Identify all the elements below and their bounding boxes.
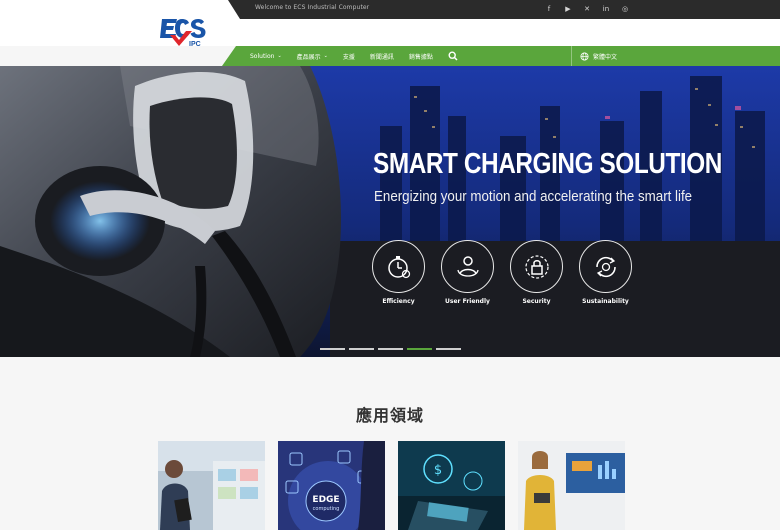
slider-dot[interactable] [320,348,345,350]
recycle-icon [595,256,616,277]
globe-icon [580,51,589,61]
nav-divider [571,46,572,66]
welcome-text: Welcome to ECS Industrial Computer [255,4,370,11]
edge-computing-card[interactable]: EDGE computing [278,441,385,530]
feature-ring [372,240,425,293]
feature-ring [510,240,563,293]
feature-security: Security [510,240,563,305]
edge-computing-image: EDGE computing [278,441,385,530]
nav-item-label: Solution [250,52,275,60]
ecs-ipc-logo[interactable]: IPC [158,15,208,49]
language-selector[interactable]: 繁體中文 [580,46,617,66]
language-label: 繁體中文 [593,53,618,61]
hero-banner[interactable]: SMART CHARGING SOLUTION Energizing your … [0,66,780,357]
social-links: f ▶ ✕ in ◎ [544,3,630,15]
chevron-down-icon: ⌄ [323,53,328,59]
slider-dot-active[interactable] [407,348,432,350]
nav-item-label: 產品展示 [296,53,321,61]
signage-image [518,441,625,530]
nav-item-products[interactable]: 產品展示 ⌄ [297,52,328,61]
slider-pagination [320,348,461,350]
application-cards: EDGE computing $ [158,441,625,530]
linkedin-icon[interactable]: in [601,3,611,15]
feature-label: User Friendly [445,298,490,305]
nav-item-solution[interactable]: Solution ⌄ [250,53,282,60]
nav-item-label: 新聞通訊 [369,53,394,61]
main-nav: Solution ⌄ 產品展示 ⌄ 支援 新聞通訊 銷售據點 [250,46,458,66]
hero-subtitle: Energizing your motion and accelerating … [374,189,693,205]
feature-label: Sustainability [582,298,629,305]
nav-item-sales-locations[interactable]: 銷售據點 [409,52,433,61]
nav-item-label: 銷售據點 [408,53,433,61]
signage-card[interactable] [518,441,625,530]
slider-dot[interactable] [349,348,374,350]
user-friendly-icon [456,255,479,277]
edge-label: EDGE [312,495,339,505]
edge-sublabel: computing [313,506,340,512]
svg-text:$: $ [434,463,442,478]
retail-card[interactable] [158,441,265,530]
hero-background-image [0,66,780,357]
slider-dot[interactable] [436,348,461,350]
hero-title: SMART CHARGING SOLUTION [373,148,722,180]
nav-item-support[interactable]: 支援 [343,52,355,61]
chevron-down-icon: ⌄ [277,53,282,59]
feature-ring [579,240,632,293]
hero-features: Efficiency User Friendly Security Sustai… [372,240,632,305]
fintech-image: $ [398,441,505,530]
feature-efficiency: Efficiency [372,240,425,305]
feature-label: Efficiency [382,298,415,305]
section-title: 應用領域 [355,406,424,425]
instagram-icon[interactable]: ◎ [620,3,630,15]
lock-shield-icon [524,254,549,279]
facebook-icon[interactable]: f [544,3,554,15]
logo-sub: IPC [189,41,201,48]
header [0,19,780,46]
stopwatch-gear-icon [387,255,410,278]
feature-ring [441,240,494,293]
slider-dot[interactable] [378,348,403,350]
retail-image [158,441,265,530]
feature-sustainability: Sustainability [579,240,632,305]
youtube-icon[interactable]: ▶ [563,3,573,15]
feature-user-friendly: User Friendly [441,240,494,305]
fintech-card[interactable]: $ [398,441,505,530]
search-icon[interactable] [448,51,458,61]
feature-label: Security [522,298,551,305]
x-icon[interactable]: ✕ [582,3,592,15]
nav-item-label: 支援 [342,53,355,61]
nav-item-news[interactable]: 新聞通訊 [370,52,394,61]
